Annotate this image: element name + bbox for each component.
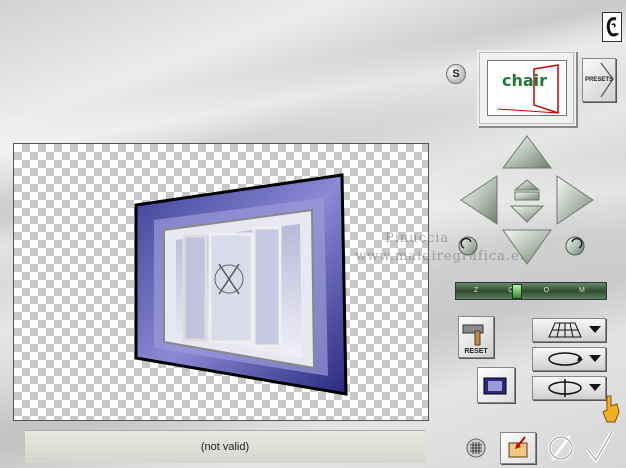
status-text: (not valid) xyxy=(200,441,250,453)
ok-check-icon[interactable] xyxy=(584,428,616,464)
arrow-right-icon[interactable] xyxy=(556,175,594,225)
cancel-icon[interactable] xyxy=(546,432,576,464)
move-center-bar[interactable] xyxy=(514,191,540,201)
navigation-pad xyxy=(458,135,594,265)
rotation-mode-dropdown[interactable] xyxy=(532,347,606,371)
perspective-grid-icon xyxy=(548,322,582,338)
image-thumbnail-icon xyxy=(483,377,507,395)
preview-thumbnail: chair xyxy=(487,60,567,116)
arrow-left-icon[interactable] xyxy=(460,175,498,225)
hand-pointer-icon xyxy=(602,395,620,423)
grid-icon[interactable] xyxy=(466,438,486,458)
arrow-down-icon[interactable] xyxy=(502,229,552,265)
zoom-ticks: Z O O M xyxy=(474,287,599,294)
perspective-mode-dropdown[interactable] xyxy=(532,318,606,342)
zoom-slider-thumb[interactable] xyxy=(512,284,522,299)
chevron-down-icon xyxy=(589,384,601,391)
chevron-down-icon xyxy=(589,355,601,362)
logo-icon xyxy=(606,17,619,37)
move-down-icon[interactable] xyxy=(509,205,545,223)
hammer-icon xyxy=(462,324,484,346)
reset-button[interactable]: RESET xyxy=(458,316,494,358)
settings-button[interactable]: S xyxy=(446,64,466,84)
presets-button[interactable]: PRESETS xyxy=(582,58,616,102)
rotate-right-icon[interactable] xyxy=(565,236,585,256)
axis-mode-dropdown[interactable] xyxy=(532,376,606,400)
presets-label: PRESETS xyxy=(585,77,614,83)
rotate-axis-icon xyxy=(548,379,582,397)
logo-button[interactable] xyxy=(602,12,622,42)
rotate-ellipse-icon xyxy=(548,352,583,366)
image-thumbnail-button[interactable] xyxy=(477,367,515,403)
reset-label: RESET xyxy=(464,348,488,355)
move-up-icon[interactable] xyxy=(513,179,541,191)
canvas-artwork xyxy=(134,173,348,396)
rotate-left-icon[interactable] xyxy=(458,236,478,256)
preset-preview[interactable]: chair xyxy=(477,50,576,126)
status-bar: (not valid) xyxy=(25,430,425,463)
chevron-down-icon xyxy=(589,326,601,333)
arrow-up-icon[interactable] xyxy=(502,135,552,169)
zoom-slider[interactable]: Z O O M xyxy=(455,282,607,300)
import-icon xyxy=(508,436,528,458)
preview-title: chair xyxy=(502,71,548,90)
preview-canvas[interactable] xyxy=(13,143,429,421)
import-button[interactable] xyxy=(500,432,536,464)
